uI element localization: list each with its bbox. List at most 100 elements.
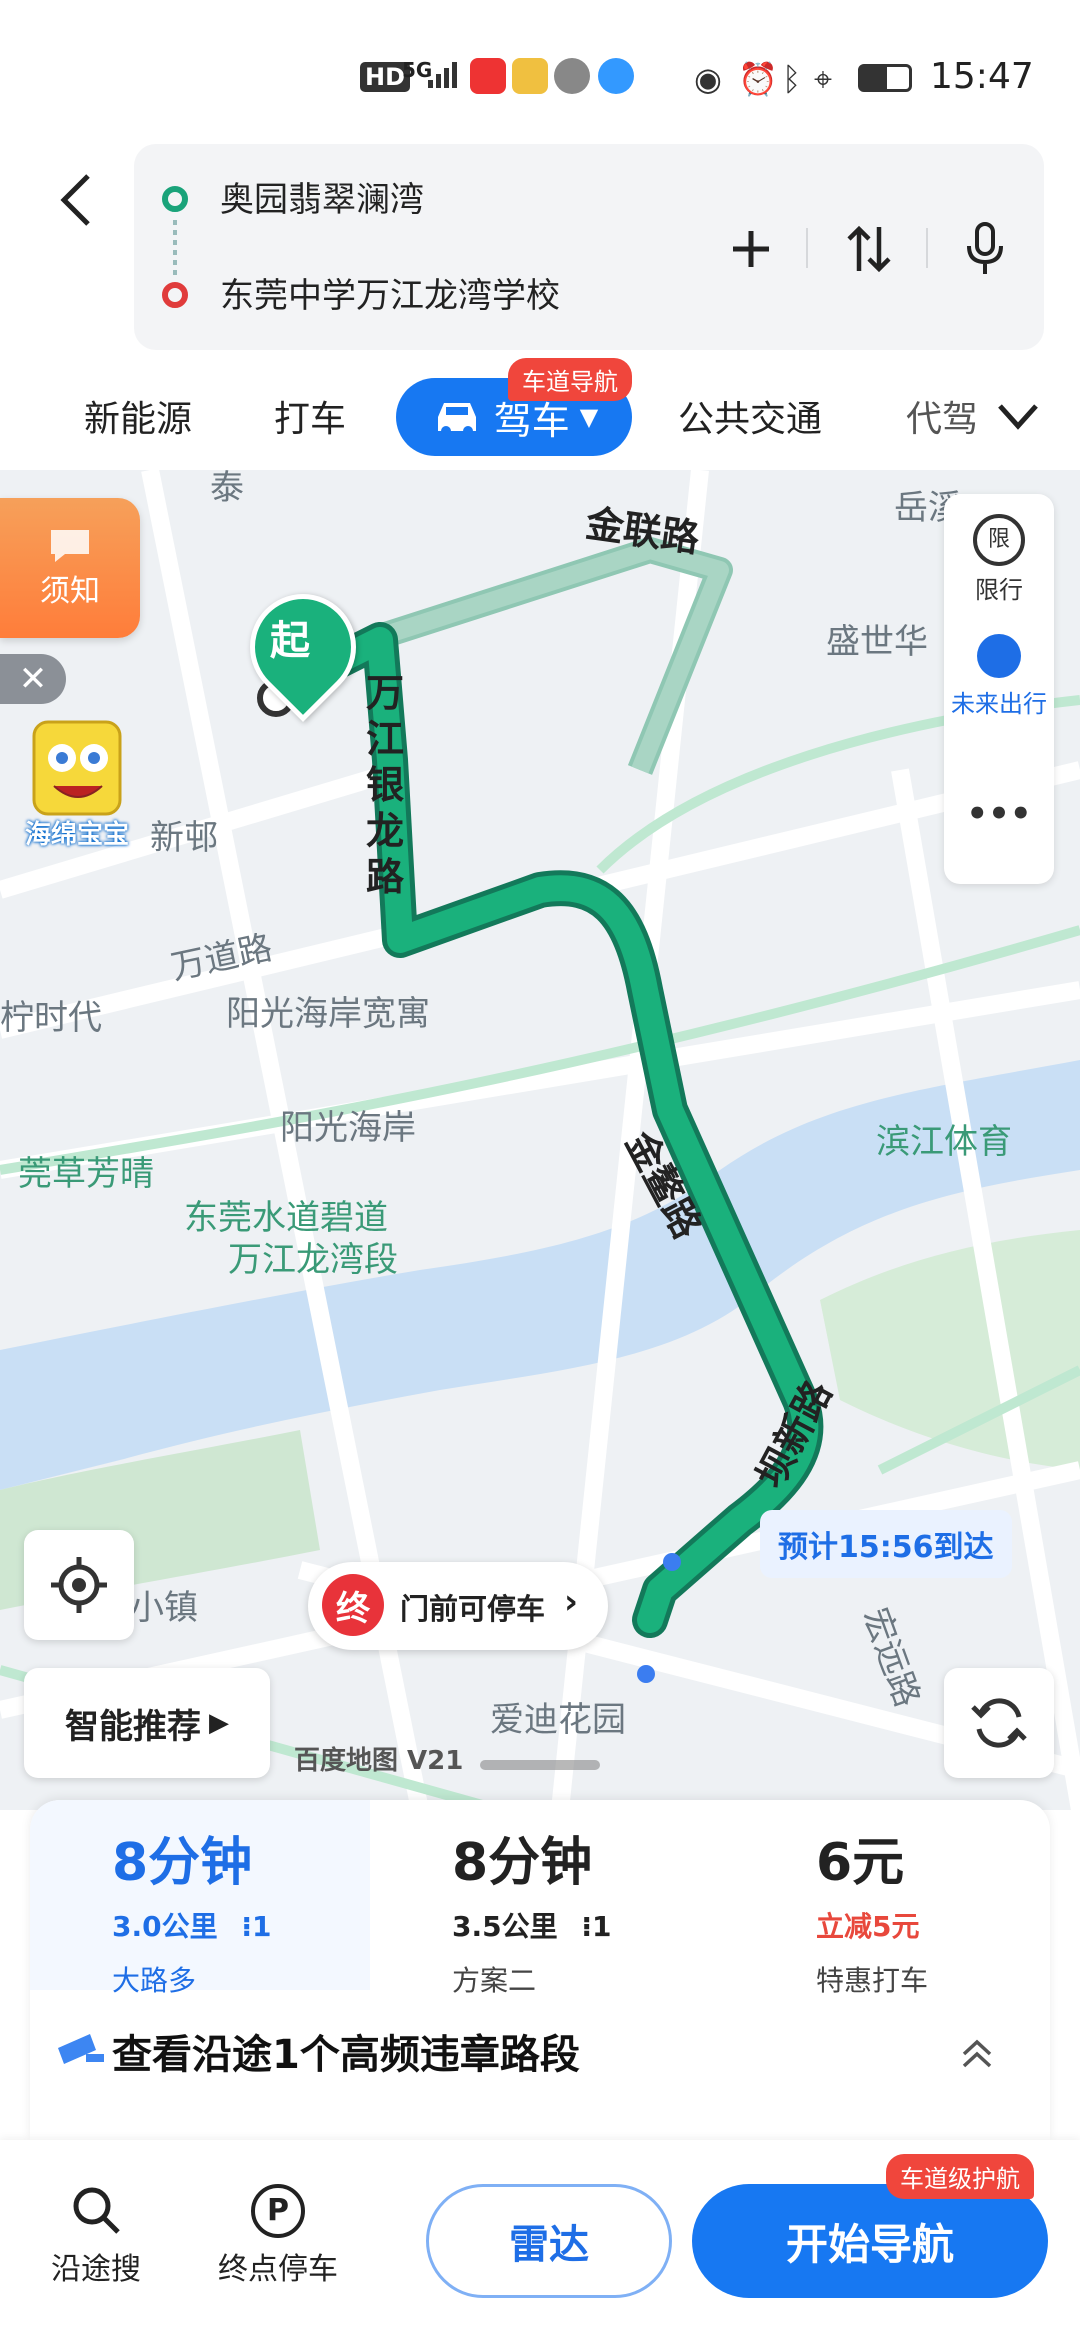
- eta-bubble: 预计15:56到达: [760, 1510, 1012, 1578]
- travel-mode-tabs: 新能源 打车 驾车 ▼ 车道导航 公共交通 代驾: [0, 358, 1080, 470]
- more-button[interactable]: •••: [944, 794, 1054, 834]
- play-icon: ▶: [209, 1708, 229, 1738]
- car-icon: [437, 403, 476, 436]
- signal-icon: [428, 62, 457, 88]
- parking-bubble[interactable]: 终 门前可停车 ›: [308, 1562, 608, 1650]
- mic-app-icon: [470, 58, 506, 94]
- future-travel-button[interactable]: 未来出行: [944, 634, 1054, 719]
- locate-button[interactable]: [24, 1530, 134, 1640]
- double-chevron-up-icon: [962, 2039, 992, 2068]
- battery-icon: [858, 64, 912, 92]
- smart-label: 智能推荐: [65, 1706, 201, 1747]
- swap-icon: [847, 225, 891, 273]
- destination-dot-icon: [162, 282, 188, 308]
- clock-icon: [977, 634, 1021, 678]
- map-label: 盛世华: [826, 622, 928, 662]
- origin-field[interactable]: 奥园翡翠澜湾: [220, 172, 424, 221]
- restrict-icon: 限: [973, 514, 1025, 566]
- refresh-route-button[interactable]: [944, 1668, 1054, 1778]
- promo-character[interactable]: 海绵宝宝: [4, 716, 150, 856]
- spongebob-icon: [32, 720, 122, 816]
- plan-discount: 立减5元: [816, 1910, 920, 1943]
- plan-option-2[interactable]: 8分钟 3.5公里 ⁝1 方案二: [452, 1820, 772, 1999]
- divider: [926, 228, 928, 268]
- map-label: 小镇: [130, 1588, 198, 1628]
- lane-navigation-badge: 车道导航: [508, 358, 632, 401]
- route-input-box: 奥园翡翠澜湾 东莞中学万江龙湾学校: [134, 144, 1044, 350]
- plan-option-1[interactable]: 8分钟 3.0公里 ⁝1 大路多: [112, 1820, 432, 1999]
- plan-lights: 1: [252, 1910, 272, 1943]
- close-icon: ✕: [18, 659, 48, 699]
- restrict-label: 限行: [975, 576, 1023, 604]
- plus-icon: [733, 231, 769, 267]
- refresh-icon: [971, 1698, 1027, 1748]
- crosshair-icon: [51, 1557, 107, 1613]
- plan-lights: 1: [592, 1910, 612, 1943]
- chevron-right-icon: ›: [564, 1582, 579, 1622]
- plan-distance: 3.0公里: [112, 1910, 218, 1943]
- bottom-action-bar: 沿途搜 P 终点停车 雷达 开始导航 车道级护航: [0, 2140, 1080, 2340]
- swap-button[interactable]: [834, 214, 904, 284]
- traffic-light-icon: ⁝: [241, 1910, 252, 1943]
- plan-time: 8分钟: [452, 1833, 593, 1893]
- dropdown-caret-icon: ▼: [579, 403, 599, 431]
- search-along-button[interactable]: 沿途搜: [36, 2184, 156, 2288]
- map-label: 阳光海岸: [280, 1108, 416, 1148]
- route-connector: [173, 220, 177, 276]
- clock: 15:47: [930, 56, 1034, 97]
- tab-proxy-driving[interactable]: 代驾: [906, 390, 978, 442]
- notice-label: 须知: [40, 574, 100, 609]
- map-label: 泰: [210, 470, 244, 508]
- chevron-left-icon: [60, 174, 90, 226]
- divider: [806, 228, 808, 268]
- status-bar: HD 5G ◉ ⏰ ᛒ ⌖ 15:47: [0, 0, 1080, 140]
- close-promo-button[interactable]: ✕: [0, 654, 66, 704]
- map-label: 爱迪花园: [490, 1700, 626, 1740]
- map-label: 阳光海岸宽寓: [226, 994, 430, 1034]
- plan-option-taxi[interactable]: 6元 立减5元 特惠打车: [816, 1820, 1080, 1999]
- smart-recommend-button[interactable]: 智能推荐 ▶: [24, 1668, 270, 1778]
- start-marker-label: 起: [270, 618, 310, 664]
- violation-row[interactable]: 查看沿途1个高频违章路段: [30, 1990, 1050, 2110]
- map-tool-panel: 限 限行 未来出行 •••: [944, 494, 1054, 884]
- start-navigation-button[interactable]: 开始导航: [692, 2184, 1048, 2298]
- map-label: 柠时代: [0, 998, 102, 1038]
- promo-label: 海绵宝宝: [24, 820, 129, 850]
- camera-icon: [58, 2034, 104, 2064]
- tab-public-transit[interactable]: 公共交通: [678, 390, 822, 442]
- destination-field[interactable]: 东莞中学万江龙湾学校: [220, 268, 560, 317]
- back-button[interactable]: [48, 160, 108, 240]
- drag-handle[interactable]: [480, 1760, 600, 1770]
- bluetooth-icon: ᛒ: [782, 60, 802, 98]
- poi-label: 莞草芳晴: [18, 1154, 154, 1194]
- end-marker-icon: 终: [322, 1574, 384, 1636]
- app-icon: [512, 58, 548, 94]
- microphone-icon: [967, 222, 1003, 274]
- chevron-down-icon[interactable]: [996, 396, 1040, 436]
- tab-new-energy[interactable]: 新能源: [84, 390, 192, 442]
- poi-label: 万江龙湾段: [228, 1240, 398, 1280]
- restrict-button[interactable]: 限 限行: [944, 514, 1054, 605]
- search-icon: [73, 2187, 120, 2234]
- search-along-label: 沿途搜: [51, 2252, 141, 2287]
- violation-label: 查看沿途1个高频违章路段: [112, 2032, 580, 2078]
- traffic-light-icon: ⁝: [581, 1910, 592, 1943]
- future-label: 未来出行: [951, 690, 1047, 718]
- map-label: 新邨: [150, 818, 218, 858]
- alarm-icon: ⏰: [738, 60, 778, 98]
- location-icon: ⌖: [814, 60, 833, 98]
- eye-icon: ◉: [694, 60, 722, 98]
- end-parking-button[interactable]: P 终点停车: [218, 2184, 338, 2288]
- parking-icon: P: [251, 2184, 305, 2238]
- voice-button[interactable]: [950, 214, 1020, 284]
- poi-label: 滨江体育: [876, 1122, 1012, 1162]
- lane-guard-badge: 车道级护航: [886, 2154, 1034, 2199]
- tab-taxi[interactable]: 打车: [274, 390, 346, 442]
- add-waypoint-button[interactable]: [716, 214, 786, 284]
- notice-button[interactable]: 须知: [0, 498, 140, 638]
- browser-icon: [598, 58, 634, 94]
- plan-time: 8分钟: [112, 1833, 253, 1893]
- chat-icon: [51, 530, 89, 562]
- map-brand: 百度地图 V21: [294, 1746, 464, 1776]
- radar-button[interactable]: 雷达: [426, 2184, 672, 2298]
